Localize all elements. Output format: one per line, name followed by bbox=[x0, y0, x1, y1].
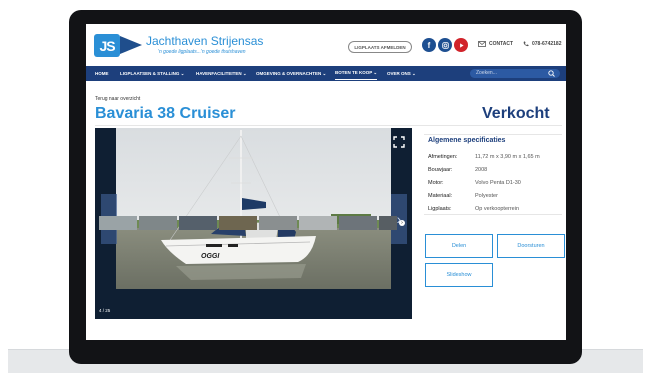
nav-item-home[interactable]: HOME bbox=[95, 66, 109, 81]
gallery-counter: 4 / 25 bbox=[99, 308, 111, 313]
spec-value: 2008 bbox=[475, 167, 488, 173]
thumbnail[interactable] bbox=[219, 216, 257, 230]
search-icon[interactable] bbox=[548, 70, 555, 77]
nav-item-ligplaatsen[interactable]: LIGPLAATSEN & STALLING ⌄ bbox=[120, 66, 184, 81]
spec-value: Volvo Penta D1-30 bbox=[475, 180, 521, 186]
spec-label: Ligplaats: bbox=[428, 206, 452, 212]
phone-link[interactable]: 078-6742182 bbox=[523, 41, 561, 47]
boat-name-label: OGGI bbox=[201, 253, 220, 260]
sail-icon bbox=[120, 36, 142, 54]
spec-label: Afmetingen: bbox=[428, 154, 458, 160]
status-label: Verkocht bbox=[482, 105, 550, 122]
mail-icon bbox=[478, 41, 486, 47]
spec-value: Polyester bbox=[475, 193, 498, 199]
thumbnail[interactable] bbox=[99, 216, 137, 230]
nav-item-omgeving[interactable]: OMGEVING & OVERNACHTEN ⌄ bbox=[256, 66, 326, 81]
gallery-main-photo[interactable]: OGGI bbox=[116, 128, 391, 289]
contact-link[interactable]: CONTACT bbox=[478, 41, 513, 47]
page-title: Bavaria 38 Cruiser bbox=[95, 105, 236, 122]
forward-button[interactable]: Doorsturen bbox=[497, 234, 565, 258]
phone-number: 078-6742182 bbox=[532, 41, 562, 47]
brand-name[interactable]: Jachthaven Strijensas bbox=[146, 34, 263, 48]
thumbnail[interactable] bbox=[299, 216, 337, 230]
youtube-icon[interactable] bbox=[454, 38, 468, 52]
specs-divider-top bbox=[424, 134, 562, 135]
search-input[interactable]: Zoeken... bbox=[470, 69, 560, 78]
thumbnail[interactable] bbox=[179, 216, 217, 230]
facebook-icon[interactable]: f bbox=[422, 38, 436, 52]
login-button[interactable]: LIGPLAATS AFMELDEN bbox=[348, 41, 412, 53]
nav-item-over-ons[interactable]: OVER ONS ⌄ bbox=[387, 66, 416, 81]
spec-label: Motor: bbox=[428, 180, 444, 186]
thumbnail[interactable] bbox=[139, 216, 177, 230]
fullscreen-icon[interactable] bbox=[393, 136, 405, 148]
back-link[interactable]: Terug naar overzicht bbox=[95, 96, 140, 102]
nav-item-havenfaciliteiten[interactable]: HAVENFACILITEITEN ⌄ bbox=[196, 66, 247, 81]
slideshow-button[interactable]: Slideshow bbox=[425, 263, 493, 287]
instagram-icon[interactable] bbox=[438, 38, 452, 52]
contact-label: CONTACT bbox=[489, 41, 514, 47]
thumbnail-next-button[interactable]: › bbox=[399, 220, 405, 226]
browser-viewport: JS Jachthaven Strijensas 'n goede ligpla… bbox=[86, 24, 566, 340]
brand-tagline: 'n goede ligplaats...'n goede thuishaven bbox=[158, 49, 246, 55]
thumbnail[interactable] bbox=[379, 216, 397, 230]
spec-value: Op verkoopterrein bbox=[475, 206, 520, 212]
spec-label: Bouwjaar: bbox=[428, 167, 453, 173]
site-header: JS Jachthaven Strijensas 'n goede ligpla… bbox=[86, 24, 566, 66]
thumbnail[interactable] bbox=[259, 216, 297, 230]
main-nav: HOME LIGPLAATSEN & STALLING ⌄ HAVENFACIL… bbox=[86, 66, 566, 81]
title-divider bbox=[95, 125, 562, 126]
nav-item-boten-te-koop[interactable]: BOTEN TE KOOP ⌄ bbox=[335, 66, 378, 80]
site-logo[interactable]: JS bbox=[94, 34, 120, 57]
spec-value: 11,72 m x 3,90 m x 1,65 m bbox=[475, 154, 540, 160]
phone-icon bbox=[523, 41, 529, 47]
search-placeholder: Zoeken... bbox=[476, 70, 497, 76]
chevron-right-icon: › bbox=[401, 220, 403, 226]
specs-divider-bottom bbox=[424, 214, 562, 215]
specs-heading: Algemene specificaties bbox=[428, 137, 506, 144]
thumbnail[interactable] bbox=[339, 216, 377, 230]
spec-label: Materiaal: bbox=[428, 193, 453, 199]
share-button[interactable]: Delen bbox=[425, 234, 493, 258]
thumbnail-strip bbox=[99, 216, 399, 230]
